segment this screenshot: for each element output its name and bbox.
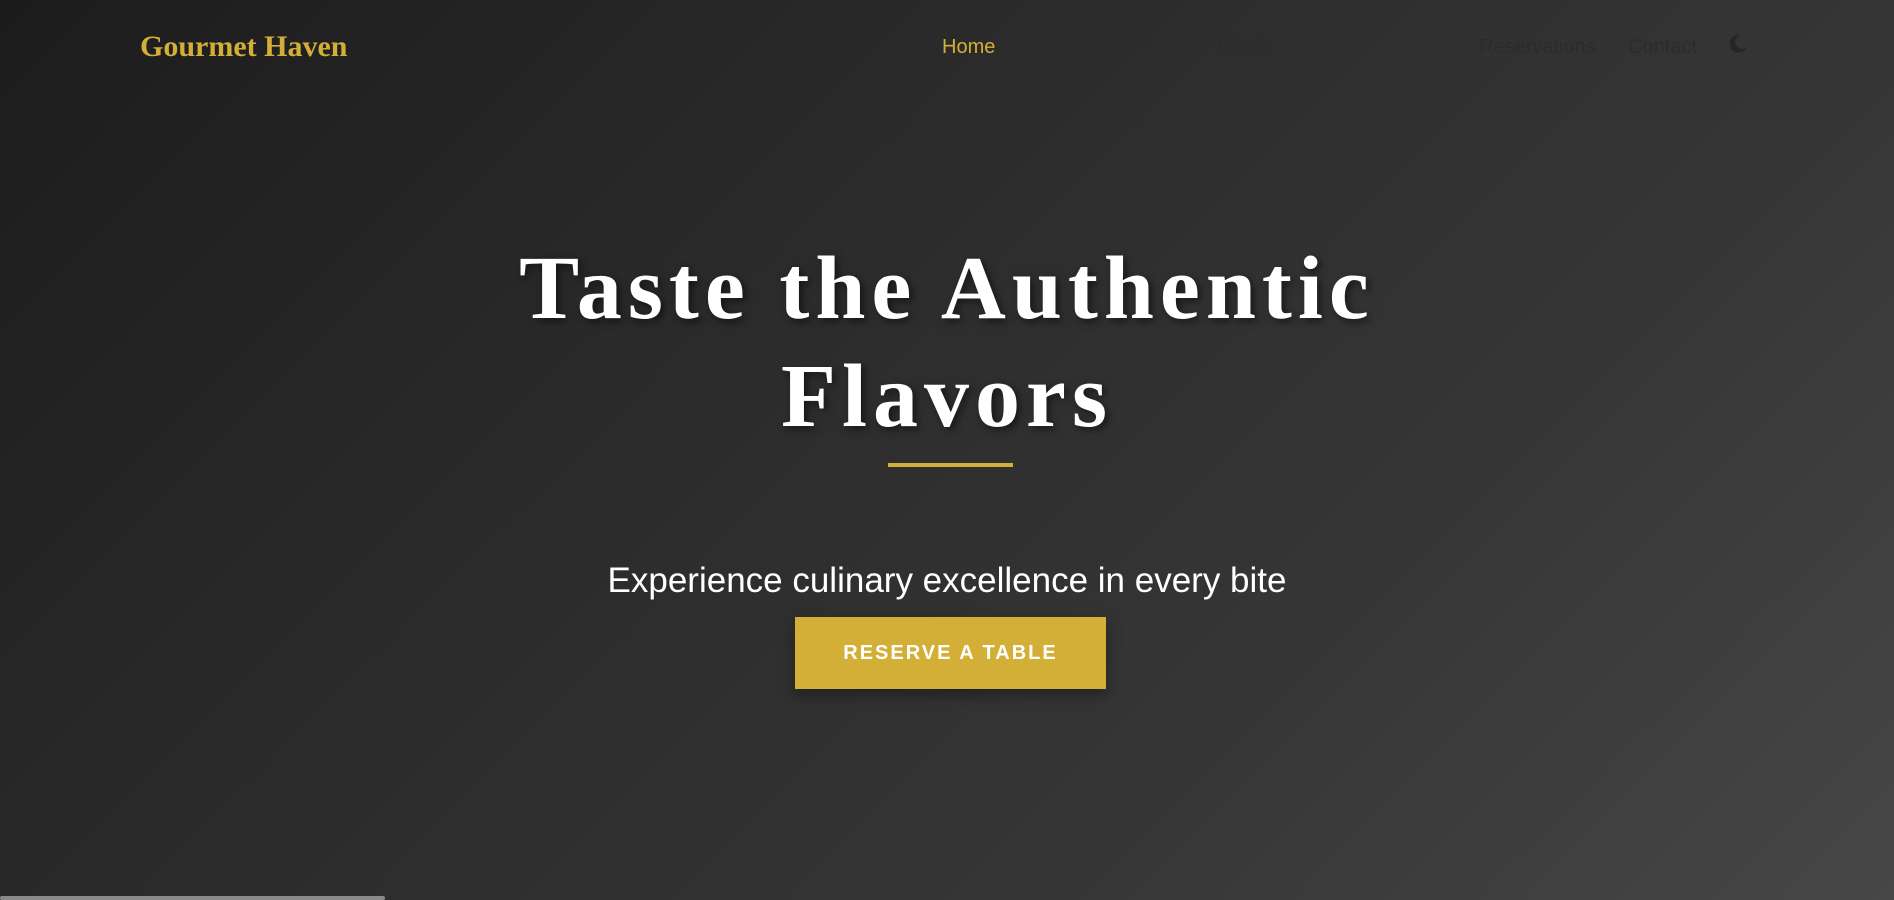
moon-icon[interactable] <box>1726 32 1750 56</box>
hero-title: Taste the Authentic Flavors <box>347 235 1547 451</box>
nav-link-reservations[interactable]: Reservations <box>1479 36 1596 59</box>
hero-title-line-1: Taste the Authentic <box>519 239 1375 338</box>
horizontal-scrollbar[interactable] <box>0 896 385 900</box>
hero-title-line-2: Flavors <box>781 347 1113 446</box>
hero-divider <box>888 463 1013 467</box>
hero-subtitle: Experience culinary excellence in every … <box>607 561 1287 600</box>
nav-link-home[interactable]: Home <box>942 36 995 59</box>
hero-section: Taste the Authentic Flavors Experience c… <box>0 94 1894 900</box>
nav-link-contact[interactable]: Contact <box>1628 36 1697 59</box>
navbar: Gourmet Haven Home About Menu Chefs Rese… <box>0 0 1894 94</box>
nav-link-menu[interactable]: Menu <box>1128 36 1178 59</box>
reserve-table-button[interactable]: RESERVE A TABLE <box>795 617 1106 689</box>
nav-link-about[interactable]: About <box>1035 36 1087 59</box>
brand-logo[interactable]: Gourmet Haven <box>140 30 347 64</box>
nav-link-chefs[interactable]: Chefs <box>1217 36 1269 59</box>
